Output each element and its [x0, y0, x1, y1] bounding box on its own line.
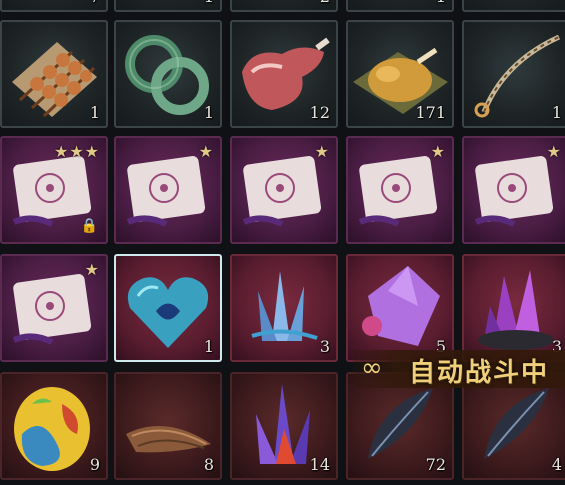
inventory-slot-scroll[interactable]: ★ — [346, 136, 454, 244]
inventory-slot-ice-crystal[interactable]: 3 — [230, 254, 338, 362]
item-count: 4 — [551, 455, 562, 474]
inventory-grid: 7 1 2 1 1 1 12 — [0, 0, 565, 485]
item-count: 72 — [425, 455, 446, 474]
inventory-slot-purple-crystal[interactable]: 5 — [346, 254, 454, 362]
item-count: 171 — [415, 103, 446, 122]
item-count: 12 — [309, 103, 330, 122]
inventory-slot-dark-crystal-cluster[interactable]: 3 — [462, 254, 565, 362]
inventory-slot-whip[interactable]: 1 — [462, 20, 565, 128]
inventory-slot-top-3[interactable]: 2 — [230, 0, 338, 12]
inventory-slot-jade-rings[interactable]: 1 — [114, 20, 222, 128]
item-count: 9 — [89, 455, 100, 474]
item-count: 1 — [204, 0, 214, 6]
star-rating: ★ — [546, 142, 562, 161]
infinity-icon: ∞ — [361, 353, 383, 383]
whip-icon — [474, 34, 561, 118]
star-rating: ★ — [84, 260, 100, 279]
item-count: 8 — [203, 455, 214, 474]
item-count: 1 — [89, 103, 100, 122]
item-count: 1 — [551, 103, 562, 122]
star-rating: ★★★ — [53, 142, 100, 161]
dark-feather-icon — [484, 388, 549, 459]
item-count: 1 — [203, 103, 214, 122]
inventory-slot-scroll[interactable]: ★ — [462, 136, 565, 244]
inventory-slot-wood-fiber[interactable]: 8 — [114, 372, 222, 480]
inventory-slot-top-4[interactable]: 1 — [346, 0, 454, 12]
item-count: 7 — [90, 0, 100, 6]
item-count: 1 — [203, 337, 214, 356]
inventory-slot-crystal-flower[interactable]: 14 — [230, 372, 338, 480]
item-count: 1 — [436, 0, 446, 6]
inventory-slot-raw-meat[interactable]: 12 — [230, 20, 338, 128]
inventory-slot-top-2[interactable]: 1 — [114, 0, 222, 12]
inventory-slot-top-1[interactable]: 7 — [0, 0, 108, 12]
inventory-slot-top-5[interactable] — [462, 0, 565, 12]
star-rating: ★ — [198, 142, 214, 161]
inventory-slot-rainbow-egg[interactable]: 9 — [0, 372, 108, 480]
inventory-slot-scroll[interactable]: ★ — [0, 254, 108, 362]
lock-icon: 🔒 — [80, 218, 98, 234]
item-count: 14 — [309, 455, 330, 474]
inventory-slot-scroll[interactable]: ★★★ 🔒 — [0, 136, 108, 244]
dark-crystal-cluster-icon — [478, 270, 554, 350]
auto-battle-label: 自动战斗中 — [409, 358, 550, 388]
item-count: 3 — [319, 337, 330, 356]
inventory-slot-heart-gem[interactable]: 1 — [114, 254, 222, 362]
inventory-slot-skewers[interactable]: 1 — [0, 20, 108, 128]
star-rating: ★ — [430, 142, 446, 161]
auto-battle-banner: ∞ 自动战斗中 — [353, 350, 565, 388]
inventory-slot-roast-chicken[interactable]: 171 — [346, 20, 454, 128]
inventory-slot-scroll[interactable]: ★ — [114, 136, 222, 244]
inventory-slot-scroll[interactable]: ★ — [230, 136, 338, 244]
star-rating: ★ — [314, 142, 330, 161]
item-count: 2 — [320, 0, 330, 6]
